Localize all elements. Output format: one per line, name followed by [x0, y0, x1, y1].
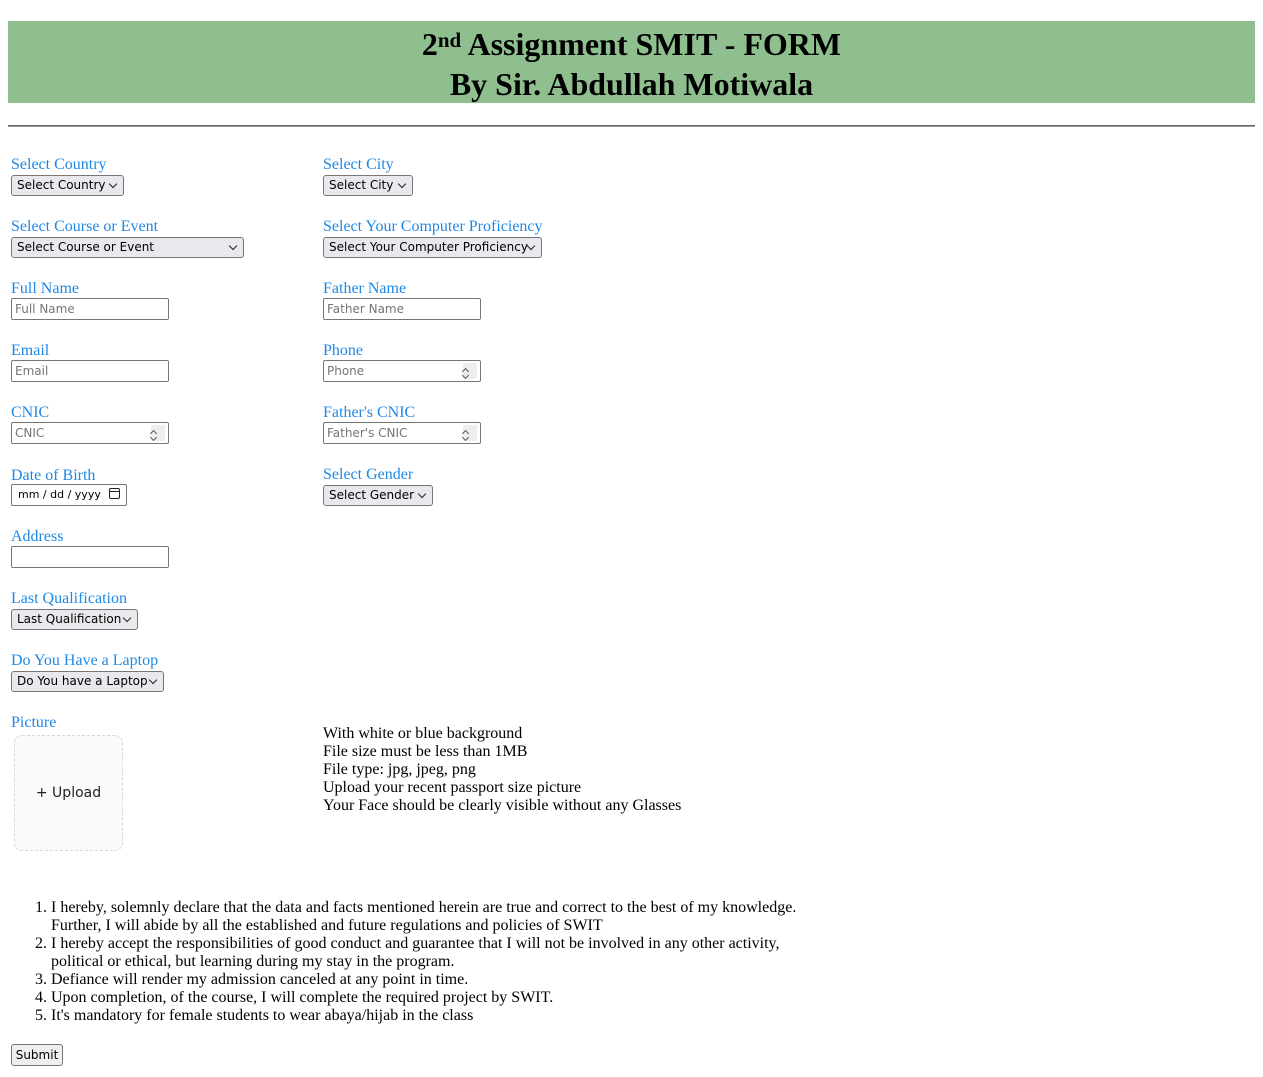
country-label: Select Country: [11, 156, 107, 173]
spinner-icon[interactable]: [461, 363, 477, 380]
page-subtitle: By Sir. Abdullah Motiwala: [449, 66, 814, 102]
full-name-input[interactable]: Full Name: [11, 298, 169, 320]
city-label: Select City: [323, 156, 394, 173]
note-line: Upload your recent passport size picture: [323, 779, 582, 796]
email-input[interactable]: Email: [11, 360, 169, 382]
terms-list: I hereby, solemnly declare that the data…: [11, 899, 831, 1025]
course-select[interactable]: Select Course or Event: [11, 237, 244, 258]
gender-label: Select Gender: [323, 466, 414, 483]
phone-label: Phone: [323, 342, 363, 359]
laptop-label: Do You Have a Laptop: [11, 652, 159, 669]
full-name-label: Full Name: [11, 280, 79, 297]
picture-notes: With white or blue background File size …: [323, 725, 681, 815]
terms-item: It's mandatory for female students to we…: [51, 1007, 831, 1025]
note-line: Your Face should be clearly visible with…: [323, 797, 682, 814]
cnic-label: CNIC: [11, 404, 50, 421]
father-name-label: Father Name: [323, 280, 407, 297]
chevron-down-icon: [526, 241, 536, 251]
qualification-select[interactable]: Last Qualification: [11, 609, 138, 630]
calendar-icon[interactable]: [109, 488, 120, 499]
chevron-down-icon: [122, 613, 132, 623]
picture-label: Picture: [11, 714, 57, 731]
address-label: Address: [11, 528, 64, 545]
terms-item: Upon completion, of the course, I will c…: [51, 989, 831, 1007]
qualification-label: Last Qualification: [11, 590, 127, 607]
note-line: File size must be less than 1MB: [323, 743, 528, 760]
terms-item: I hereby, solemnly declare that the data…: [51, 899, 831, 935]
laptop-select[interactable]: Do You have a Laptop: [11, 671, 164, 692]
phone-input[interactable]: Phone: [323, 360, 481, 382]
submit-button[interactable]: Submit: [11, 1044, 63, 1066]
proficiency-label: Select Your Computer Proficiency: [323, 218, 543, 235]
spinner-icon[interactable]: [461, 425, 477, 442]
terms-item: Defiance will render my admission cancel…: [51, 971, 831, 989]
chevron-down-icon: [148, 675, 158, 685]
note-line: File type: jpg, jpeg, png: [323, 761, 476, 778]
chevron-down-icon: [397, 179, 407, 189]
father-cnic-input[interactable]: Father's CNIC: [323, 422, 481, 444]
father-cnic-label: Father's CNIC: [323, 404, 416, 421]
gender-select[interactable]: Select Gender: [323, 485, 433, 506]
dob-input[interactable]: mm / dd / yyyy: [11, 484, 127, 506]
dob-label: Date of Birth: [11, 467, 96, 484]
chevron-down-icon: [108, 179, 118, 189]
address-input[interactable]: [11, 546, 169, 568]
proficiency-select[interactable]: Select Your Computer Proficiency: [323, 237, 542, 258]
note-line: With white or blue background: [323, 725, 523, 742]
country-select[interactable]: Select Country: [11, 175, 124, 196]
spinner-icon[interactable]: [149, 425, 165, 442]
chevron-down-icon: [417, 489, 427, 499]
terms-item: I hereby accept the responsibilities of …: [51, 935, 831, 971]
header-banner: 2nd Assignment SMIT - FORM By Sir. Abdul…: [8, 21, 1255, 103]
chevron-down-icon: [228, 241, 238, 251]
father-name-input[interactable]: Father Name: [323, 298, 481, 320]
cnic-input[interactable]: CNIC: [11, 422, 169, 444]
divider: [8, 125, 1255, 127]
course-label: Select Course or Event: [11, 218, 159, 235]
upload-button[interactable]: + Upload: [14, 735, 123, 851]
city-select[interactable]: Select City: [323, 175, 413, 196]
page-title: 2nd Assignment SMIT - FORM: [421, 26, 842, 62]
email-label: Email: [11, 342, 50, 359]
